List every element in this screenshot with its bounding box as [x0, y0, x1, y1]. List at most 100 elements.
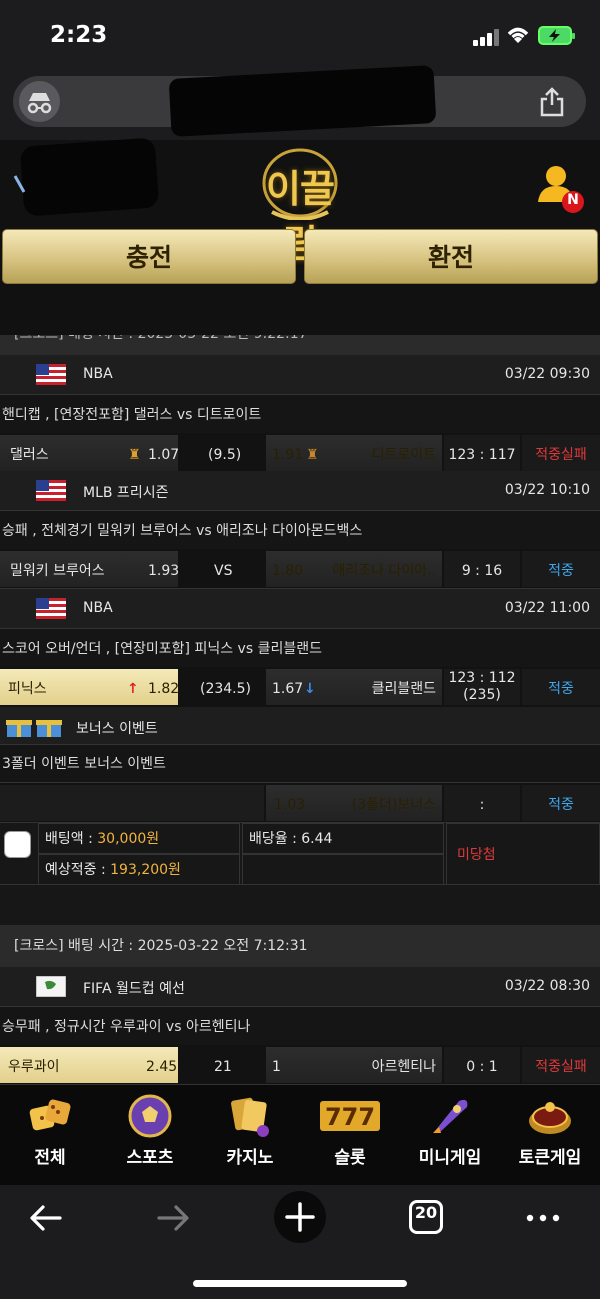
bonus-league-row: 보너스 이벤트 — [0, 707, 600, 745]
forward-arrow-icon[interactable] — [155, 1203, 191, 1233]
game-title: 스코어 오버/언더 , [연장미포함] 피닉스 vs 클리블랜드 — [0, 629, 600, 669]
nav-item-sports[interactable]: 스포츠 — [100, 1085, 200, 1185]
private-browsing-icon[interactable] — [19, 81, 60, 122]
bet-amount-cell: 배팅액 : 30,000원 — [38, 823, 240, 854]
home-odds-cell[interactable]: 우루과이 2.45 — [0, 1047, 178, 1083]
back-arrow-icon[interactable] — [28, 1203, 64, 1233]
result-cell: 적중 — [522, 785, 600, 821]
soccer-ball-icon — [128, 1094, 172, 1138]
nav-label: 카지노 — [226, 1148, 274, 1168]
nav-item-all[interactable]: 전체 — [0, 1085, 100, 1185]
bet-row: 우루과이 2.45 21 1 아르헨티나 0 : 1 적중실패 — [0, 1045, 600, 1085]
gift-box-icon — [6, 720, 62, 737]
user-profile-icon[interactable]: N — [536, 162, 588, 214]
world-flag-icon — [36, 976, 66, 997]
arrow-up-icon: ↑ — [127, 681, 139, 697]
result-status: 적중 — [548, 681, 574, 697]
status-bar: 2:23 — [0, 0, 600, 70]
signal-icon — [473, 28, 501, 46]
score-cell: 0 : 1 — [444, 1047, 520, 1083]
league-name: FIFA 월드컵 예선 — [83, 981, 185, 997]
result-cell: 적중실패 — [522, 435, 600, 471]
status-time: 2:23 — [50, 22, 108, 48]
site-logo[interactable]: 이끌림 — [250, 146, 350, 266]
nav-item-minigame[interactable]: 미니게임 — [400, 1085, 500, 1185]
nav-label: 미니게임 — [418, 1148, 482, 1168]
svg-text:777: 777 — [325, 1103, 375, 1131]
home-odds-cell[interactable]: 밀워키 브루어스 1.93 — [0, 551, 179, 587]
bet-history-list[interactable]: [크로스] 배팅 시간 : 2025-03-22 오전 9:22:17 NBA … — [0, 335, 600, 1085]
select-checkbox[interactable] — [4, 831, 31, 858]
game-title: 핸디캡 , [연장전포함] 댈러스 vs 디트로이트 — [0, 395, 600, 435]
more-icon[interactable] — [525, 1213, 561, 1223]
home-odds: 1.82 — [148, 681, 180, 697]
result-status: 적중 — [548, 797, 574, 813]
expected-win-value: 193,200원 — [110, 862, 181, 878]
nav-item-token-game[interactable]: 토큰게임 — [500, 1085, 600, 1185]
us-flag-icon — [36, 480, 66, 501]
game-title: 승무패 , 정규시간 우루과이 vs 아르헨티나 — [0, 1007, 600, 1047]
empty-cell — [0, 785, 264, 821]
bonus-odds-cell[interactable]: 1.03 (3폴더)보너스 — [266, 785, 442, 821]
roulette-icon — [529, 1102, 571, 1134]
slip-time-band: [크로스] 배팅 시간 : 2025-03-22 오전 9:22:17 — [0, 335, 600, 355]
away-odds-cell[interactable]: 1.67 ↓ 클리블랜드 — [266, 669, 442, 705]
away-odds: 1.91 — [272, 447, 304, 463]
draw-cell: 21 — [180, 1047, 266, 1083]
away-odds: 1.67 — [272, 681, 304, 697]
home-odds: 1.93 — [148, 563, 180, 579]
score: : — [479, 797, 485, 813]
result-cell: 적중실패 — [522, 1047, 600, 1083]
wifi-icon — [507, 27, 529, 43]
slip-status: 미당첨 — [446, 823, 600, 885]
score-cell: 123 : 117 — [444, 435, 520, 471]
level-icon — [13, 175, 26, 193]
bonus-bet-row: 1.03 (3폴더)보너스 : 적중 — [0, 783, 600, 823]
bonus-label: (3폴더)보너스 — [351, 797, 436, 813]
rocket-icon — [433, 1099, 468, 1133]
home-team: 우루과이 — [8, 1059, 60, 1075]
nav-label: 토큰게임 — [518, 1148, 582, 1168]
share-icon[interactable] — [538, 86, 566, 118]
empty-cell — [242, 854, 444, 885]
home-odds-cell[interactable]: 댈러스 ♜ 1.07 — [0, 435, 179, 471]
total-score: (235) — [463, 687, 501, 703]
tab-count-button[interactable]: 20 — [409, 1200, 443, 1234]
score-cell: 9 : 16 — [444, 551, 520, 587]
away-odds-cell[interactable]: 1.80 애리조나 다이아.. — [266, 551, 442, 587]
bonus-odds: 1.03 — [274, 797, 306, 813]
nav-item-casino[interactable]: 카지노 — [200, 1085, 300, 1185]
charge-button[interactable]: 충전 — [2, 229, 296, 284]
battery-icon — [538, 26, 575, 45]
result-status: 적중실패 — [535, 447, 587, 463]
bonus-title: 3폴더 이벤트 보너스 이벤트 — [0, 745, 600, 783]
away-team: 애리조나 다이아.. — [332, 563, 436, 579]
home-team: 댈러스 — [10, 447, 49, 463]
total-line-cell: (234.5) — [180, 669, 264, 705]
nav-item-slot[interactable]: 777 슬롯 — [300, 1085, 400, 1185]
redacted-username — [19, 137, 160, 217]
away-team: 클리블랜드 — [371, 681, 436, 697]
exchange-button[interactable]: 환전 — [304, 229, 598, 284]
away-odds: 1.80 — [272, 563, 304, 579]
bet-row: 밀워키 브루어스 1.93 VS 1.80 애리조나 다이아.. 9 : 16 … — [0, 549, 600, 589]
away-odds: 1 — [272, 1059, 281, 1075]
home-odds: 1.07 — [148, 447, 180, 463]
away-odds-cell[interactable]: 1.91 ♜ 디트로이트 — [266, 435, 442, 471]
league-row: NBA 03/22 09:30 — [0, 355, 600, 395]
league-name: 보너스 이벤트 — [76, 721, 158, 737]
nav-label: 스포츠 — [126, 1148, 174, 1168]
game-date: 03/22 08:30 — [504, 978, 590, 994]
arrow-down-icon: ↓ — [304, 681, 316, 697]
away-team: 디트로이트 — [371, 447, 436, 463]
new-tab-button[interactable] — [274, 1191, 326, 1243]
vs-cell: VS — [180, 551, 264, 587]
expected-win-cell: 예상적중 : 193,200원 — [38, 854, 240, 885]
game-date: 03/22 11:00 — [504, 600, 590, 616]
home-odds-cell[interactable]: 피닉스 ↑ 1.82 — [0, 669, 179, 705]
away-odds-cell[interactable]: 1 아르헨티나 — [266, 1047, 442, 1083]
score: 9 : 16 — [461, 563, 503, 579]
result-cell: 적중 — [522, 551, 600, 587]
home-team: 밀워키 브루어스 — [10, 563, 105, 579]
slot-777-icon: 777 — [320, 1101, 380, 1131]
